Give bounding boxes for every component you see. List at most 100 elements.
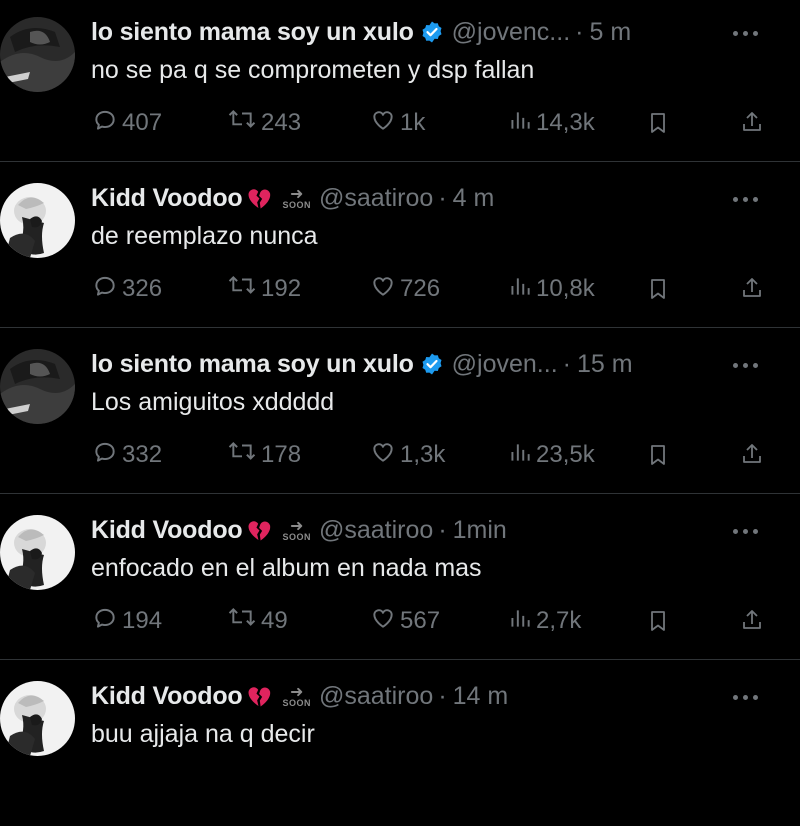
timestamp[interactable]: 5 m [589,18,631,47]
analytics-icon [507,439,536,472]
separator-dot: · [438,515,447,544]
soon-label: SOON [282,531,311,542]
display-name[interactable]: lo siento mama soy un xulo [91,18,414,47]
soon-arrow-icon: ➜ SOON [282,186,311,210]
tweet[interactable]: lo siento mama soy un xulo @joven... · 15 m… [0,344,800,494]
like-button[interactable]: 567 [369,606,440,636]
bookmark-icon[interactable] [646,277,670,301]
tweet-header: lo siento mama soy un xulo @joven... · 15 m [91,347,633,381]
avatar[interactable] [0,515,75,590]
separator-dot: · [438,681,447,710]
analytics-icon [507,107,536,140]
soon-label: SOON [282,199,311,210]
views-button[interactable]: 14,3k [507,108,595,138]
timestamp[interactable]: 4 m [453,184,495,213]
display-name[interactable]: lo siento mama soy un xulo [91,350,414,379]
display-name[interactable]: Kidd Voodoo [91,682,243,711]
views-count: 23,5k [536,441,595,468]
views-count: 14,3k [536,109,595,136]
reply-button[interactable]: 326 [91,274,162,304]
display-name[interactable]: Kidd Voodoo [91,184,243,213]
like-button[interactable]: 1,3k [369,440,445,470]
replies-count: 326 [122,275,163,302]
bookmark-icon[interactable] [646,443,670,467]
reply-button[interactable]: 194 [91,606,162,636]
replies-count: 332 [122,441,163,468]
reply-button[interactable]: 332 [91,440,162,470]
bookmark-icon[interactable] [646,609,670,633]
repost-button[interactable]: 243 [226,108,301,138]
reply-button[interactable]: 407 [91,108,162,138]
repost-button[interactable]: 178 [226,440,301,470]
soon-arrow-icon: ➜ SOON [282,684,311,708]
tweet[interactable]: Kidd Voodoo ➜ SOON @saatiroo · 4 m de reemplaz… [0,178,800,328]
tweet[interactable]: Kidd Voodoo ➜ SOON @saatiroo · 14 m buu ajjaja… [0,676,800,826]
display-name[interactable]: Kidd Voodoo [91,516,243,545]
share-icon[interactable] [740,110,764,134]
avatar[interactable] [0,183,75,258]
more-options-icon[interactable] [733,23,769,43]
tweet-text: enfocado en el album en nada mas [91,554,482,582]
avatar[interactable] [0,17,75,92]
user-handle[interactable]: @joven... [452,350,558,379]
tweet-header: lo siento mama soy un xulo @jovenc... · 5 m [91,15,631,49]
separator-dot: · [575,17,584,46]
reposts-count: 49 [261,607,288,634]
tweet-text: Los amiguitos xddddd [91,388,335,416]
broken-heart-icon [244,682,274,710]
like-button[interactable]: 1k [369,108,425,138]
tweet-header: Kidd Voodoo ➜ SOON @saatiroo · 4 m [91,181,494,215]
views-count: 2,7k [536,607,582,634]
tweet-text: de reemplazo nunca [91,222,318,250]
tweet-text: buu ajjaja na q decir [91,720,315,748]
timestamp[interactable]: 15 m [577,350,633,379]
separator-dot: · [562,349,571,378]
more-options-icon[interactable] [733,687,769,707]
more-options-icon[interactable] [733,189,769,209]
repost-button[interactable]: 192 [226,274,301,304]
reply-icon [91,107,122,140]
replies-count: 407 [122,109,163,136]
like-button[interactable]: 726 [369,274,440,304]
views-button[interactable]: 10,8k [507,274,595,304]
heart-icon [369,107,400,140]
user-handle[interactable]: @saatiroo [319,682,433,711]
timestamp[interactable]: 1min [453,516,507,545]
views-button[interactable]: 2,7k [507,606,581,636]
views-button[interactable]: 23,5k [507,440,595,470]
reply-icon [91,273,122,306]
soon-label: SOON [282,697,311,708]
verified-badge-icon [420,20,444,44]
broken-heart-icon [244,184,274,212]
heart-icon [369,605,400,638]
timestamp[interactable]: 14 m [453,682,509,711]
reposts-count: 192 [261,275,302,302]
share-icon[interactable] [740,442,764,466]
likes-count: 567 [400,607,441,634]
share-icon[interactable] [740,276,764,300]
user-handle[interactable]: @saatiroo [319,184,433,213]
likes-count: 1k [400,109,426,136]
repost-button[interactable]: 49 [226,606,288,636]
heart-icon [369,273,400,306]
avatar[interactable] [0,349,75,424]
replies-count: 194 [122,607,163,634]
tweet-header: Kidd Voodoo ➜ SOON @saatiroo · 1min [91,513,507,547]
avatar[interactable] [0,681,75,756]
broken-heart-icon [244,516,274,544]
repost-icon [226,107,261,140]
tweet[interactable]: lo siento mama soy un xulo @jovenc... · 5 m… [0,12,800,162]
more-options-icon[interactable] [733,355,769,375]
likes-count: 726 [400,275,441,302]
more-options-icon[interactable] [733,521,769,541]
reply-icon [91,605,122,638]
share-icon[interactable] [740,608,764,632]
reply-icon [91,439,122,472]
tweet-text: no se pa q se comprometen y dsp fallan [91,56,535,84]
analytics-icon [507,273,536,306]
user-handle[interactable]: @saatiroo [319,516,433,545]
verified-badge-icon [420,352,444,376]
tweet[interactable]: Kidd Voodoo ➜ SOON @saatiroo · 1min enfocado e… [0,510,800,660]
bookmark-icon[interactable] [646,111,670,135]
user-handle[interactable]: @jovenc... [452,18,570,47]
